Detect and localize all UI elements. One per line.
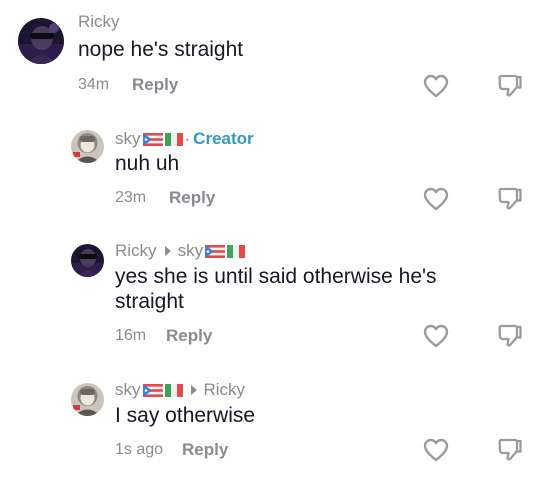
triangle-right-icon — [164, 246, 171, 256]
avatar-image — [71, 130, 104, 163]
comment-timestamp: 16m — [115, 327, 147, 344]
comment-text: nope he's straight — [78, 38, 244, 61]
like-button[interactable] — [422, 185, 450, 213]
comment-author-line: sky Ricky — [115, 379, 245, 401]
like-button[interactable] — [422, 436, 450, 464]
thumbs-down-outline-icon — [498, 438, 522, 461]
comment-author-line: Ricky sky — [115, 240, 246, 262]
avatar[interactable] — [18, 18, 64, 64]
comment-reply-item: sky · Creator nuh uh 23m Reply — [0, 118, 540, 228]
reply-button[interactable]: Reply — [132, 75, 178, 95]
italy-flag-icon — [164, 383, 183, 397]
comment-text: yes she is until said otherwise he's str… — [115, 265, 437, 313]
thumbs-down-outline-icon — [498, 74, 522, 97]
puerto-rico-flag-icon — [142, 132, 163, 146]
author-flags — [142, 132, 183, 146]
replying-to-flags — [205, 244, 246, 258]
comment-author[interactable]: sky — [115, 129, 141, 149]
thumbs-down-outline-icon — [498, 324, 522, 347]
comment-item: Ricky nope he's straight 34m Reply — [0, 0, 540, 110]
comment-text: nuh uh — [115, 152, 180, 175]
avatar[interactable] — [71, 130, 104, 163]
reply-button[interactable]: Reply — [182, 440, 228, 460]
separator-dot: · — [184, 129, 191, 148]
avatar-image — [18, 18, 64, 64]
comment-timestamp: 23m — [115, 189, 147, 206]
comment-author-line: Ricky — [78, 11, 120, 33]
dislike-button[interactable] — [496, 436, 524, 464]
avatar-image — [71, 244, 104, 277]
like-button[interactable] — [422, 322, 450, 350]
triangle-right-icon — [190, 385, 197, 395]
heart-outline-icon — [423, 438, 449, 462]
italy-flag-icon — [227, 244, 246, 258]
comment-author[interactable]: Ricky — [78, 12, 120, 32]
puerto-rico-flag-icon — [205, 244, 226, 258]
dislike-button[interactable] — [496, 72, 524, 100]
puerto-rico-flag-icon — [142, 383, 163, 397]
replying-to-user[interactable]: sky — [178, 241, 204, 261]
author-flags — [142, 383, 183, 397]
comment-text: I say otherwise — [115, 404, 256, 427]
replying-to-user[interactable]: Ricky — [204, 380, 246, 400]
comment-reply-item: Ricky sky yes she is until said otherwis… — [0, 230, 540, 360]
reply-button[interactable]: Reply — [169, 188, 215, 208]
like-button[interactable] — [422, 72, 450, 100]
creator-badge: Creator — [193, 129, 254, 148]
comment-timestamp: 1s ago — [115, 441, 164, 458]
italy-flag-icon — [164, 132, 183, 146]
heart-outline-icon — [423, 187, 449, 211]
heart-outline-icon — [423, 324, 449, 348]
heart-outline-icon — [423, 74, 449, 98]
thumbs-down-outline-icon — [498, 187, 522, 210]
avatar-image — [71, 383, 104, 416]
comment-author-line: sky · Creator — [115, 128, 254, 150]
comment-timestamp: 34m — [78, 76, 110, 93]
reply-button[interactable]: Reply — [166, 326, 212, 346]
comment-reply-item: sky Ricky I say otherwise 1s ago Reply — [0, 370, 540, 481]
comment-author[interactable]: sky — [115, 380, 141, 400]
dislike-button[interactable] — [496, 322, 524, 350]
avatar[interactable] — [71, 244, 104, 277]
avatar[interactable] — [71, 383, 104, 416]
comment-author[interactable]: Ricky — [115, 241, 157, 261]
dislike-button[interactable] — [496, 185, 524, 213]
